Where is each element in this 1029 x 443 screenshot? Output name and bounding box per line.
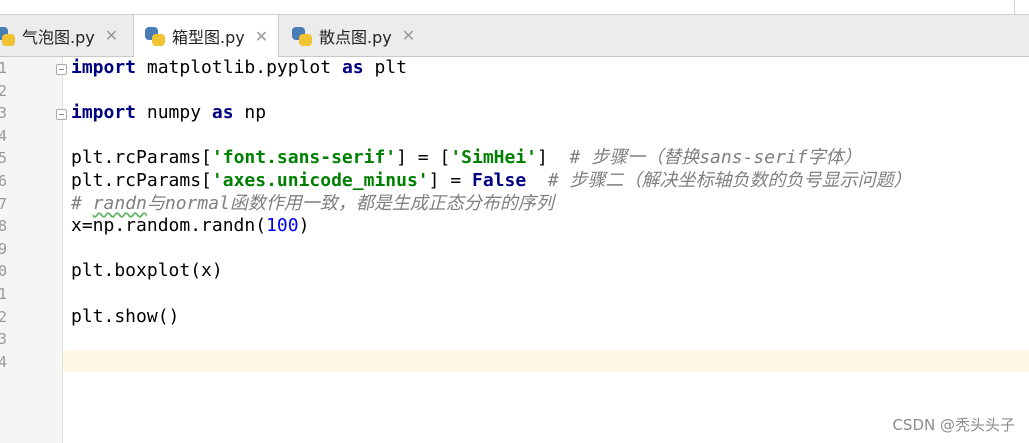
line-number: 9 <box>0 239 8 258</box>
line-number: 4 <box>0 352 8 371</box>
line-number: 2 <box>0 81 8 100</box>
code-line-5: plt.rcParams['font.sans-serif'] = ['SimH… <box>71 147 862 169</box>
editor-tab-bar: 气泡图.py ✕ 箱型图.py ✕ 散点图.py ✕ <box>0 15 1029 57</box>
tab-label: 气泡图.py <box>22 27 95 47</box>
current-line-highlight <box>63 350 1029 372</box>
code-line-3: import numpy as np <box>71 102 267 124</box>
code-line-10: plt.boxplot(x) <box>71 260 223 282</box>
code-line-7: # randn与normal函数作用一致，都是生成正态分布的序列 <box>71 192 554 214</box>
close-icon[interactable]: ✕ <box>105 26 118 45</box>
watermark: CSDN @秃头头子 <box>892 416 1015 434</box>
code-editor[interactable]: import matplotlib.pyplot as plt import n… <box>63 57 1029 443</box>
code-line-8: x=np.random.randn(100) <box>71 215 310 237</box>
code-line-1: import matplotlib.pyplot as plt <box>71 57 407 78</box>
python-file-icon <box>144 25 166 47</box>
line-number: 4 <box>0 126 8 145</box>
line-number: 7 <box>0 194 8 213</box>
tab-box-plot[interactable]: 箱型图.py ✕ <box>133 15 279 57</box>
tab-scatter-plot[interactable]: 散点图.py ✕ <box>281 15 421 56</box>
line-number: 3 <box>0 104 8 123</box>
window-corner <box>1014 0 1029 14</box>
code-line-12: plt.show() <box>71 305 180 327</box>
line-number-gutter: 1 2 3 4 5 6 7 8 9 0 1 2 3 4 <box>0 57 67 443</box>
tab-bubble-chart[interactable]: 气泡图.py ✕ <box>0 15 128 56</box>
close-icon[interactable]: ✕ <box>402 26 415 45</box>
line-number: 5 <box>0 149 8 168</box>
tab-label: 散点图.py <box>319 27 392 47</box>
line-number: 1 <box>0 285 8 303</box>
code-line-6: plt.rcParams['axes.unicode_minus'] = Fal… <box>71 170 912 191</box>
tab-label: 箱型图.py <box>172 28 245 47</box>
line-number: 6 <box>0 172 8 190</box>
line-number: 0 <box>0 262 8 281</box>
line-number: 8 <box>0 217 8 236</box>
line-number: 2 <box>0 307 8 326</box>
line-number: 1 <box>0 59 8 77</box>
line-number: 3 <box>0 330 8 349</box>
close-icon[interactable]: ✕ <box>255 27 268 46</box>
window-top-strip <box>0 0 1029 15</box>
python-file-icon <box>291 25 313 47</box>
python-file-icon <box>0 25 16 47</box>
